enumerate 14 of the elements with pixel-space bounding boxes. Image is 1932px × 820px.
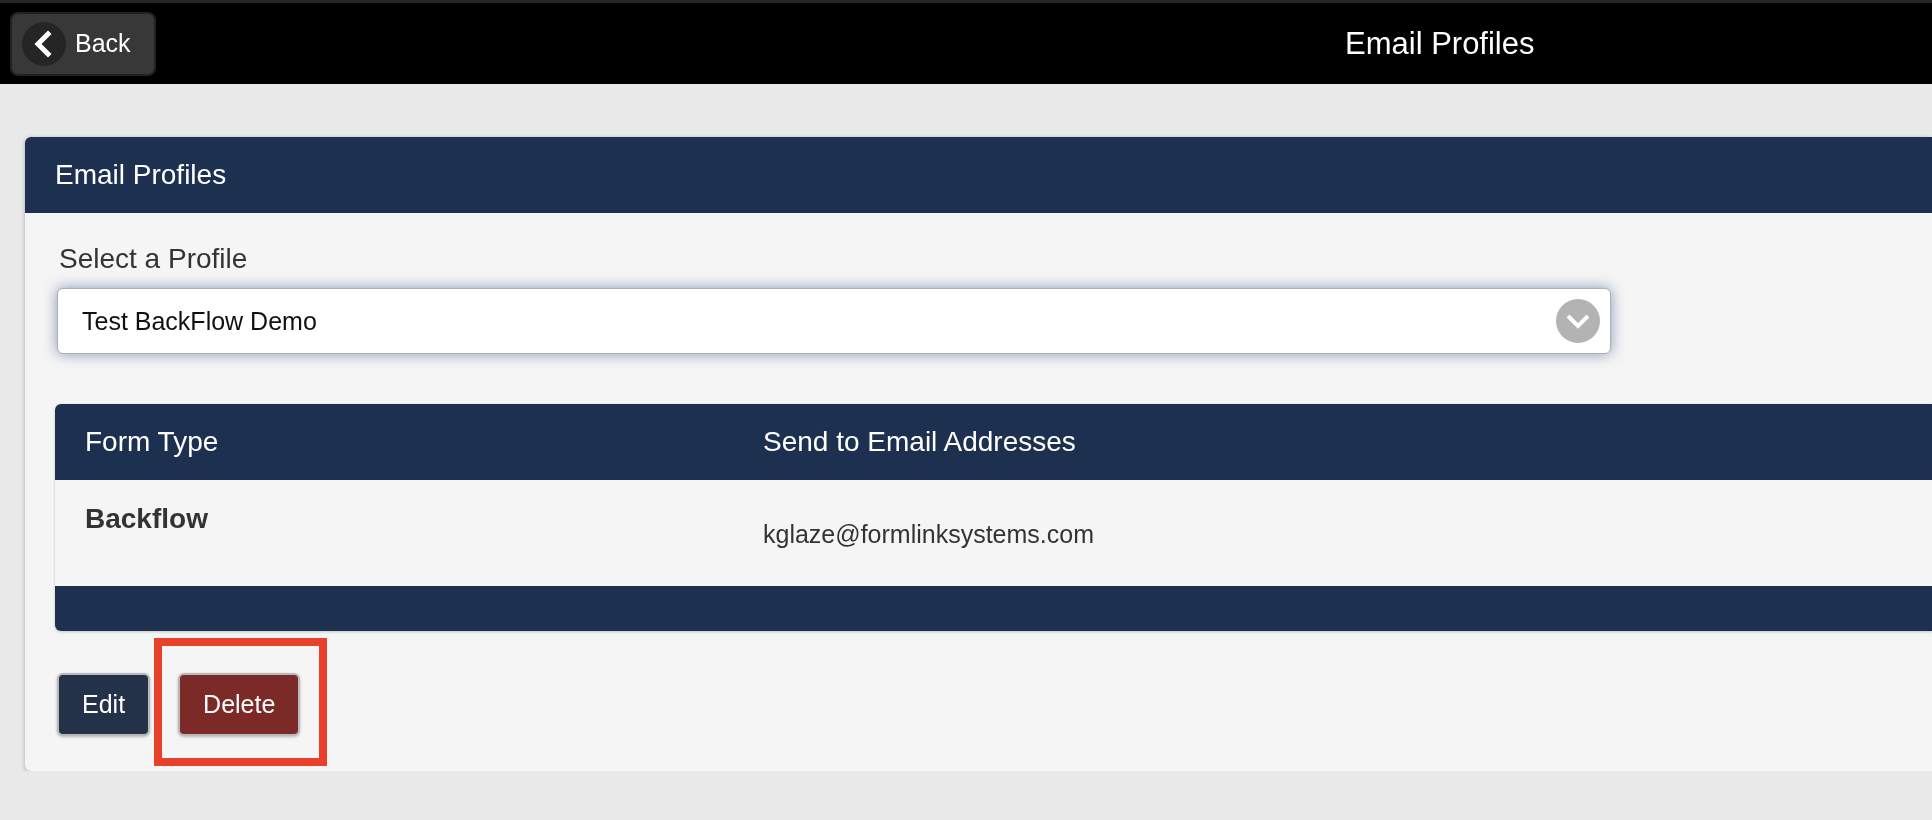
email-cell-text: kglaze@formlinksystems.com: [762, 519, 1095, 549]
field-label: Select a Profile: [59, 243, 248, 275]
column-header: Send to Email Addresses: [762, 426, 1077, 458]
profile-select[interactable]: Test BackFlow Demo: [57, 288, 1611, 354]
column-header: Form Type: [84, 426, 220, 458]
select-value: Test BackFlow Demo: [82, 306, 317, 336]
panel-title: Email Profiles: [25, 137, 1932, 213]
back-button[interactable]: Back: [10, 11, 156, 76]
page-title: Email Profiles: [1345, 25, 1535, 62]
delete-button[interactable]: Delete: [178, 673, 301, 736]
edit-button[interactable]: Edit: [57, 673, 151, 736]
back-chevron-icon: [22, 21, 66, 66]
dropdown-chevron-icon: [1556, 299, 1600, 343]
form-type-cell-text: Backflow: [84, 502, 209, 535]
